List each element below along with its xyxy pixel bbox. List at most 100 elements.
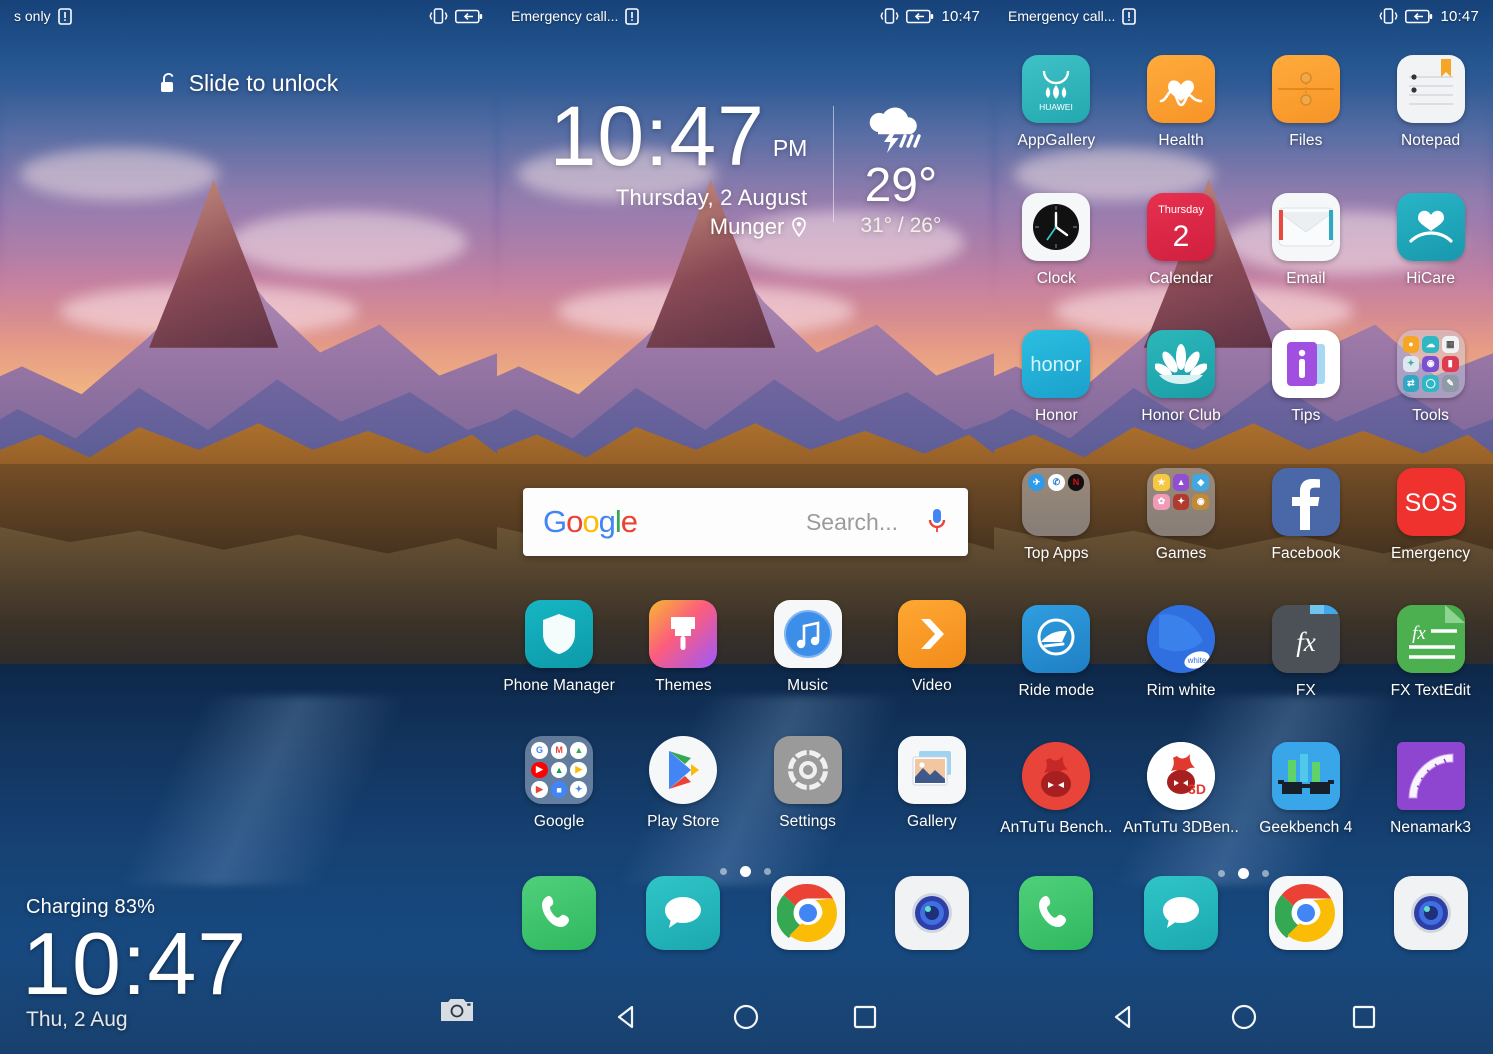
tips-icon (1271, 330, 1340, 398)
app-settings[interactable]: Settings (746, 736, 870, 831)
vibrate-icon (429, 8, 448, 24)
home-icon[interactable] (1230, 1003, 1258, 1031)
app-tools-folder[interactable]: ● ☁ ▦ ✦ ◉ ▮ ⇄ ◯ ✎ Tools (1368, 330, 1493, 425)
app-tips[interactable]: Tips (1244, 330, 1369, 425)
app-label: Honor (1035, 407, 1078, 424)
chrome-icon[interactable] (1268, 876, 1343, 950)
app-geekbench[interactable]: Geekbench 4 (1244, 742, 1369, 837)
app-notepad[interactable]: Notepad (1368, 55, 1493, 150)
app-fx-textedit[interactable]: fx FX TextEdit (1368, 605, 1493, 700)
phone-icon[interactable] (522, 876, 597, 950)
camera-icon[interactable] (439, 994, 475, 1024)
app-antutu-benchmark[interactable]: AnTuTu Bench.. (994, 742, 1119, 837)
app-row-2: Clock Thursday 2 Calendar Email HiCare (994, 193, 1493, 288)
app-email[interactable]: Email (1244, 193, 1369, 288)
camera-app-icon[interactable] (1393, 876, 1468, 950)
microphone-icon[interactable] (926, 507, 948, 537)
vibrate-icon (1379, 8, 1399, 24)
app-label: Tips (1291, 407, 1321, 424)
home-icon[interactable] (732, 1003, 760, 1031)
app-label: Emergency (1390, 545, 1471, 562)
app-honor-club[interactable]: Honor Club (1119, 330, 1244, 425)
app-ride-mode[interactable]: Ride mode (994, 605, 1119, 700)
app-hicare[interactable]: HiCare (1368, 193, 1493, 288)
app-calendar[interactable]: Thursday 2 Calendar (1119, 193, 1244, 288)
app-row-4: ✈ ✆ N Top Apps ★ ▲ ◆ ✿ ✦ ◉ Games Faceboo… (994, 468, 1493, 563)
app-video[interactable]: Video (870, 600, 994, 695)
carrier-label: s only (14, 8, 51, 24)
unlock-icon (159, 72, 178, 95)
status-bar-time: 10:47 (941, 7, 980, 25)
home-dock-2 (994, 876, 1493, 950)
widget-time: 10:47 (549, 89, 765, 183)
app-play-store[interactable]: Play Store (621, 736, 745, 831)
search-input[interactable]: Search... (651, 509, 912, 536)
lock-screen-info: Charging 83% 10:47 Thu, 2 Aug (22, 896, 247, 1032)
battery-charging-icon (906, 9, 934, 24)
phone-icon[interactable] (1019, 876, 1094, 950)
back-icon[interactable] (613, 1003, 641, 1031)
app-games-folder[interactable]: ★ ▲ ◆ ✿ ✦ ◉ Games (1119, 468, 1244, 563)
svg-text:white: white (1187, 656, 1207, 665)
app-clock[interactable]: Clock (994, 193, 1119, 288)
svg-text:HUAWEI: HUAWEI (1040, 102, 1074, 112)
app-label: Files (1289, 132, 1323, 149)
gallery-icon (897, 736, 966, 804)
app-label: Facebook (1271, 545, 1341, 562)
app-themes[interactable]: Themes (621, 600, 745, 695)
svg-text:SOS: SOS (1404, 489, 1457, 517)
page-dot[interactable] (764, 868, 771, 875)
svg-text:3D: 3D (1188, 781, 1206, 797)
chrome-icon[interactable] (770, 876, 845, 950)
honor-club-icon (1147, 330, 1216, 398)
google-folder-icon: G M ▲ ▶ ▲ ▶ ▶ ■ ✦ (525, 736, 594, 804)
svg-text:fx: fx (1296, 627, 1316, 657)
app-health[interactable]: Health (1119, 55, 1244, 150)
app-honor[interactable]: honor Honor (994, 330, 1119, 425)
app-phone-manager[interactable]: Phone Manager (497, 600, 621, 695)
home-app-row-2: G M ▲ ▶ ▲ ▶ ▶ ■ ✦ Google Play Store Sett… (497, 736, 994, 831)
app-top-apps-folder[interactable]: ✈ ✆ N Top Apps (994, 468, 1119, 563)
honor-icon: honor (1022, 330, 1091, 398)
app-appgallery[interactable]: HUAWEI AppGallery (994, 55, 1119, 150)
navigation-bar (497, 980, 994, 1054)
app-label: AnTuTu 3DBen.. (1123, 819, 1239, 836)
recents-icon[interactable] (1351, 1004, 1377, 1030)
appgallery-icon: HUAWEI (1022, 55, 1091, 123)
carrier-label: Emergency call... (511, 8, 619, 24)
app-fx[interactable]: fx FX (1244, 605, 1369, 700)
widget-date: Thursday, 2 August (615, 185, 808, 211)
app-nenamark[interactable]: Nenamark3 (1368, 742, 1493, 837)
widget-temp-range: 31° / 26° (860, 214, 942, 237)
ride-mode-icon (1022, 605, 1091, 673)
clock-icon (1022, 193, 1091, 261)
app-facebook[interactable]: Facebook (1244, 468, 1369, 563)
app-files[interactable]: Files (1244, 55, 1369, 150)
fx-textedit-icon: fx (1396, 605, 1465, 673)
games-folder-icon: ★ ▲ ◆ ✿ ✦ ◉ (1147, 468, 1216, 536)
messages-icon[interactable] (646, 876, 721, 950)
app-label: Google (533, 813, 585, 830)
home-screen-panel: Emergency call... 10:47 10:47 PM Thursda… (497, 0, 994, 1054)
app-google-folder[interactable]: G M ▲ ▶ ▲ ▶ ▶ ■ ✦ Google (497, 736, 621, 831)
back-icon[interactable] (1110, 1003, 1138, 1031)
nenamark-icon (1396, 742, 1465, 810)
slide-to-unlock[interactable]: Slide to unlock (0, 70, 497, 97)
app-rim-white[interactable]: white Rim white (1119, 605, 1244, 700)
clock-weather-widget[interactable]: 10:47 PM Thursday, 2 August Munger 29° 3… (497, 89, 994, 240)
app-gallery[interactable]: Gallery (870, 736, 994, 831)
camera-app-icon[interactable] (894, 876, 969, 950)
page-dot[interactable] (720, 868, 727, 875)
app-label: FX TextEdit (1390, 682, 1471, 699)
app-label: FX (1295, 682, 1316, 699)
app-row-1: HUAWEI AppGallery Health Files Notepad (994, 55, 1493, 150)
app-antutu-3d-benchmark[interactable]: 3D AnTuTu 3DBen.. (1119, 742, 1244, 837)
google-search-bar[interactable]: Google Search... (523, 488, 968, 556)
app-music[interactable]: Music (746, 600, 870, 695)
themes-icon (649, 600, 718, 668)
location-pin-icon (791, 217, 807, 238)
recents-icon[interactable] (852, 1004, 878, 1030)
app-emergency[interactable]: SOS Emergency (1368, 468, 1493, 563)
messages-icon[interactable] (1144, 876, 1219, 950)
play-store-icon (649, 736, 718, 804)
